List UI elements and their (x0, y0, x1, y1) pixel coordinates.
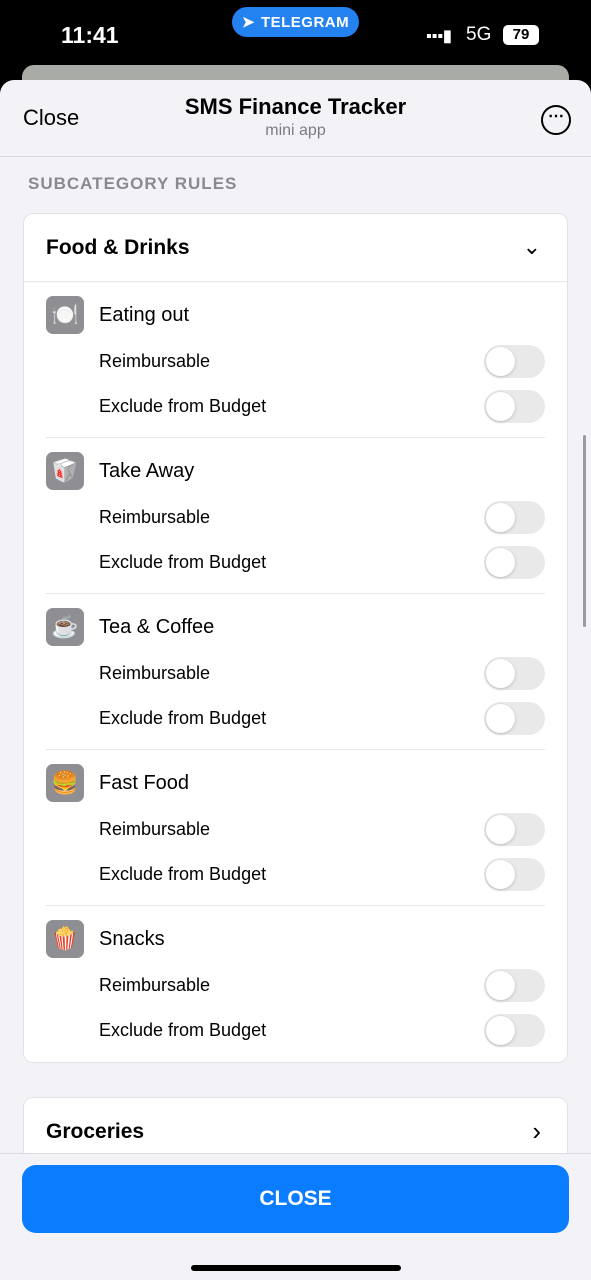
exclude-budget-label: Exclude from Budget (99, 708, 267, 728)
chevron-right-icon: › (532, 1116, 541, 1146)
subcategory-item: ☕ Tea & Coffee Reimbursable Exclude from… (46, 594, 545, 750)
exclude-budget-label: Exclude from Budget (99, 396, 267, 416)
exclude-budget-label: Exclude from Budget (99, 552, 267, 572)
scrollbar[interactable] (583, 435, 586, 627)
exclude-budget-toggle[interactable] (484, 546, 545, 579)
header: Close SMS Finance Tracker mini app ⋯ (0, 80, 591, 157)
subcategory-icon: 🍿 (46, 920, 84, 958)
reimbursable-label: Reimbursable (99, 663, 211, 683)
reimbursable-toggle[interactable] (484, 813, 545, 846)
exclude-budget-toggle[interactable] (484, 390, 545, 423)
subcategory-name: Snacks (99, 928, 165, 950)
subcategory-icon: 🥡 (46, 452, 84, 490)
subcategory-icon: 🍔 (46, 764, 84, 802)
exclude-budget-toggle[interactable] (484, 1014, 545, 1047)
reimbursable-toggle[interactable] (484, 969, 545, 1002)
reimbursable-label: Reimbursable (99, 507, 211, 527)
app-subtitle: mini app (265, 122, 326, 139)
subcategory-item: 🍿 Snacks Reimbursable Exclude from Budge… (46, 906, 545, 1062)
bottom-bar: CLOSE (0, 1153, 591, 1280)
category-card-food-drinks: Food & Drinks ⌄ 🍽️ Eating out Reimbursab… (23, 213, 568, 1063)
subcategory-name: Tea & Coffee (99, 616, 215, 638)
subcategory-name: Fast Food (99, 772, 190, 794)
subcategory-item: 🥡 Take Away Reimbursable Exclude from Bu… (46, 438, 545, 594)
network-type: 5G (466, 24, 492, 45)
telegram-icon: ➤ (241, 14, 255, 31)
subcategory-item: 🍽️ Eating out Reimbursable Exclude from … (46, 282, 545, 438)
reimbursable-toggle[interactable] (484, 345, 545, 378)
exclude-budget-toggle[interactable] (484, 858, 545, 891)
telegram-label: TELEGRAM (260, 13, 350, 31)
reimbursable-label: Reimbursable (99, 351, 211, 371)
exclude-budget-toggle[interactable] (484, 702, 545, 735)
subcategory-name: Eating out (99, 304, 190, 326)
section-label: SUBCATEGORY RULES (28, 174, 238, 193)
close-button[interactable]: CLOSE (22, 1165, 569, 1233)
status-time: 11:41 (61, 22, 119, 48)
reimbursable-label: Reimbursable (99, 975, 211, 995)
chevron-down-icon: ⌄ (522, 234, 541, 259)
category-title: Groceries (46, 1120, 145, 1143)
category-title: Food & Drinks (46, 236, 190, 259)
exclude-budget-label: Exclude from Budget (99, 1020, 267, 1040)
mini-app-sheet: Close SMS Finance Tracker mini app ⋯ SUB… (0, 80, 591, 1280)
reimbursable-toggle[interactable] (484, 501, 545, 534)
subcategory-item: 🍔 Fast Food Reimbursable Exclude from Bu… (46, 750, 545, 906)
reimbursable-toggle[interactable] (484, 657, 545, 690)
app-title: SMS Finance Tracker (184, 94, 407, 119)
subcategory-name: Take Away (99, 460, 195, 482)
home-indicator (191, 1265, 401, 1271)
battery-icon: 79 (503, 25, 539, 45)
signal-icon: ▪▪▪▮ (426, 28, 452, 45)
more-options-icon[interactable]: ⋯ (541, 105, 571, 135)
subcategory-icon: ☕ (46, 608, 84, 646)
exclude-budget-label: Exclude from Budget (99, 864, 267, 884)
subcategory-icon: 🍽️ (46, 296, 84, 334)
reimbursable-label: Reimbursable (99, 819, 211, 839)
telegram-pill[interactable]: ➤ TELEGRAM (232, 7, 359, 37)
category-header[interactable]: Food & Drinks ⌄ (24, 214, 567, 282)
